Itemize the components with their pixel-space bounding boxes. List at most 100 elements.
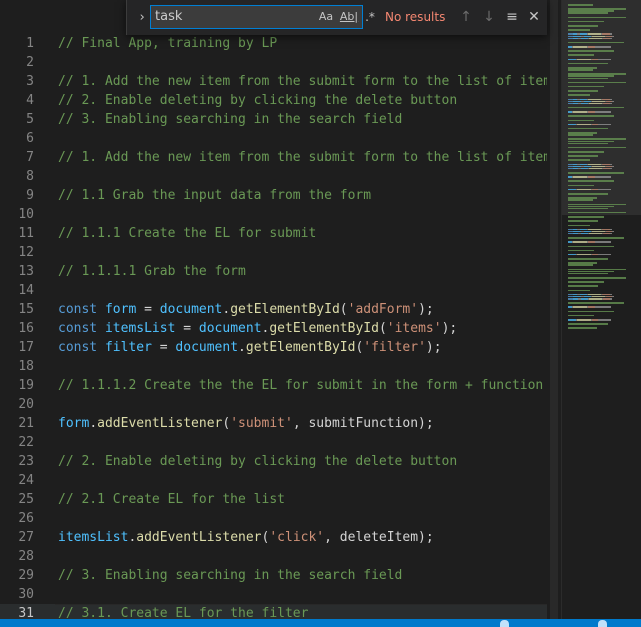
minimap-line xyxy=(568,146,626,149)
code-line[interactable]: 22 xyxy=(0,433,561,452)
code-line[interactable]: 13 // 1.1.1.1 Grab the form xyxy=(0,262,561,281)
minimap-line xyxy=(598,253,611,256)
code-line[interactable]: 18 xyxy=(0,357,561,376)
minimap-line xyxy=(568,184,594,187)
code-line[interactable]: 10 xyxy=(0,205,561,224)
line-number: 2 xyxy=(26,55,34,70)
code-text[interactable]: // 1.1.1.1 Grab the form xyxy=(58,262,246,281)
code-text[interactable]: // 3.1. Create EL for the filter xyxy=(58,604,308,619)
code-line[interactable]: 6 xyxy=(0,129,561,148)
editor-vertical-scrollbar[interactable] xyxy=(547,0,561,619)
line-number: 3 xyxy=(26,74,34,89)
code-line[interactable]: 15 const form = document.getElementById('… xyxy=(0,300,561,319)
code-line[interactable]: 3 // 1. Add the new item from the submit … xyxy=(0,72,561,91)
code-text[interactable]: // 1. Add the new item from the submit f… xyxy=(58,148,559,167)
minimap-line xyxy=(573,46,587,48)
match-whole-word-toggle[interactable]: Ab| xyxy=(339,9,359,25)
minimap-line xyxy=(568,151,604,153)
minimap[interactable] xyxy=(561,0,641,619)
code-text[interactable]: // 3. Enabling searching in the search f… xyxy=(58,566,402,585)
code-line[interactable]: 29 // 3. Enabling searching in the search… xyxy=(0,566,561,585)
minimap-line xyxy=(588,241,595,243)
line-number: 31 xyxy=(18,606,34,619)
code-line[interactable]: 23 // 2. Enable deleting by clicking the … xyxy=(0,452,561,471)
minimap-line xyxy=(568,281,604,283)
find-in-selection-icon[interactable]: ≡ xyxy=(503,8,521,26)
code-text[interactable]: // 1. Add the new item from the submit f… xyxy=(58,72,559,91)
code-text[interactable]: // 1.1.1 Create the EL for submit xyxy=(58,224,316,243)
code-line[interactable]: 14 xyxy=(0,281,561,300)
code-line[interactable]: 17 const filter = document.getElementById… xyxy=(0,338,561,357)
code-line[interactable]: 1 // Final App, training by LP xyxy=(0,34,561,53)
line-number: 20 xyxy=(18,397,34,412)
minimap-line xyxy=(568,207,608,210)
code-line[interactable]: 28 xyxy=(0,547,561,566)
code-editor[interactable]: 1// Final App, training by LP 2 3 // 1. Add… xyxy=(0,0,561,619)
code-token: document xyxy=(159,302,223,317)
code-token: addEventListener xyxy=(97,416,223,431)
code-line[interactable]: 31 // 3.1. Create EL for the filter xyxy=(0,604,561,619)
find-query[interactable]: task xyxy=(155,6,182,28)
code-line[interactable]: 26 xyxy=(0,509,561,528)
minimap-line xyxy=(568,25,598,27)
code-text[interactable]: // 1.1 Grab the input data from the form xyxy=(58,186,371,205)
code-text[interactable]: itemsList.addEventListener('click', dele… xyxy=(58,528,434,547)
arrow-down-icon[interactable]: ↓ xyxy=(480,8,498,26)
code-line[interactable]: 12 xyxy=(0,243,561,262)
code-line[interactable]: 5 // 3. Enabling searching in the search … xyxy=(0,110,561,129)
minimap-line xyxy=(589,102,602,105)
status-bar-icon[interactable] xyxy=(598,620,607,627)
minimap-line xyxy=(612,100,614,103)
minimap-line xyxy=(595,306,611,308)
code-line[interactable]: 19 // 1.1.1.2 Create the the EL for submi… xyxy=(0,376,561,395)
status-bar-icon[interactable] xyxy=(500,620,509,627)
code-line[interactable]: 8 xyxy=(0,167,561,186)
code-text[interactable]: const itemsList = document.getElementByI… xyxy=(58,319,457,338)
code-line[interactable]: 24 xyxy=(0,471,561,490)
arrow-up-icon[interactable]: ↑ xyxy=(457,8,475,26)
code-text[interactable]: // 2. Enable deleting by clicking the de… xyxy=(58,91,457,110)
code-text[interactable]: // 1.1.1.2 Create the the EL for submit … xyxy=(58,376,543,395)
code-line[interactable]: 30 xyxy=(0,585,561,604)
line-number: 16 xyxy=(18,321,34,336)
code-line[interactable]: 11 // 1.1.1 Create the EL for submit xyxy=(0,224,561,243)
code-text[interactable]: // 2.1 Create EL for the list xyxy=(58,490,285,509)
line-number: 8 xyxy=(26,169,34,184)
minimap-line xyxy=(603,298,610,300)
minimap-line xyxy=(568,16,626,19)
minimap-line xyxy=(612,295,614,298)
code-line[interactable]: 20 xyxy=(0,395,561,414)
minimap-line xyxy=(568,180,614,182)
minimap-line xyxy=(568,314,594,317)
code-line[interactable]: 2 xyxy=(0,53,561,72)
code-text[interactable]: form.addEventListener('submit', submitFu… xyxy=(58,414,434,433)
code-token: const xyxy=(58,321,105,336)
code-text[interactable]: const filter = document.getElementById('… xyxy=(58,338,442,357)
code-token: // 3.1. Create EL for the filter xyxy=(58,606,309,619)
code-text[interactable]: // 3. Enabling searching in the search f… xyxy=(58,110,402,129)
code-line[interactable]: 27 itemsList.addEventListener('click', de… xyxy=(0,528,561,547)
code-line[interactable]: 25 // 2.1 Create EL for the list xyxy=(0,490,561,509)
code-line[interactable]: 7 // 1. Add the new item from the submit … xyxy=(0,148,561,167)
use-regex-toggle[interactable]: .* xyxy=(362,9,378,25)
minimap-line xyxy=(568,159,590,161)
chevron-right-icon[interactable]: › xyxy=(133,8,151,28)
scrollbar-thumb[interactable] xyxy=(550,0,558,619)
code-text[interactable]: // 2. Enable deleting by clicking the de… xyxy=(58,452,457,471)
code-token: // 2. Enable deleting by clicking the de… xyxy=(58,454,458,469)
minimap-line xyxy=(610,102,612,105)
code-line[interactable]: 21 form.addEventListener('submit', submit… xyxy=(0,414,561,433)
code-text[interactable]: const form = document.getElementById('ad… xyxy=(58,300,434,319)
minimap-line xyxy=(568,319,576,321)
minimap-line xyxy=(568,285,598,287)
code-line[interactable]: 16 const itemsList = document.getElementB… xyxy=(0,319,561,338)
code-token: = xyxy=(136,302,160,317)
minimap-line xyxy=(568,4,593,6)
find-input[interactable]: task Aa Ab| .* xyxy=(150,5,375,29)
code-line[interactable]: 4 // 2. Enable deleting by clicking the d… xyxy=(0,91,561,110)
code-line[interactable]: 9 // 1.1 Grab the input data from the for… xyxy=(0,186,561,205)
code-text[interactable]: // Final App, training by LP xyxy=(58,34,277,53)
match-case-toggle[interactable]: Aa xyxy=(316,9,336,25)
line-number: 28 xyxy=(18,549,34,564)
close-icon[interactable]: ✕ xyxy=(525,8,543,26)
